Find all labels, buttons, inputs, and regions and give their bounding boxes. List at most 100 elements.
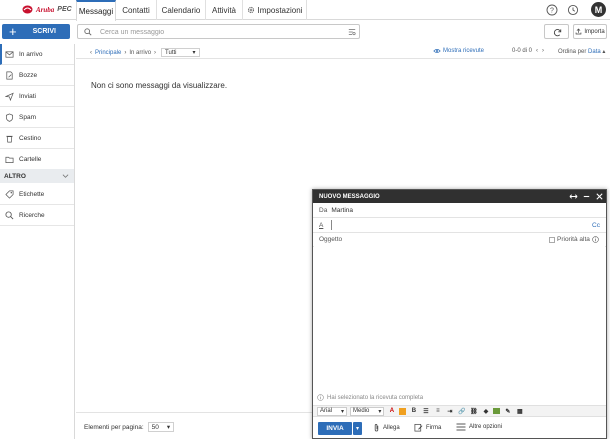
help-icon[interactable]: ? <box>546 4 558 16</box>
more-options-label: Altre opzioni <box>469 424 503 430</box>
sidebar-section-altro[interactable]: ALTRO <box>0 169 74 183</box>
advanced-search-icon[interactable] <box>348 28 356 36</box>
search-input[interactable] <box>100 27 340 37</box>
cc-link[interactable]: Cc <box>592 222 600 229</box>
avatar-initial: M <box>594 4 603 15</box>
show-receipts-toggle[interactable]: Mostra ricevute <box>433 48 484 54</box>
list-icon[interactable]: ☰ <box>421 407 430 415</box>
font-size-select[interactable]: Medio ▾ <box>350 406 385 416</box>
search-box[interactable] <box>77 24 360 39</box>
info-icon <box>317 394 324 401</box>
signature-button[interactable]: Firma <box>414 423 441 432</box>
sidebar-item-label: Ricerche <box>19 211 45 219</box>
to-row: A Cc <box>313 218 606 233</box>
sort-direction-icon[interactable]: ▴ <box>602 49 605 55</box>
tag-icon[interactable]: ◆ <box>481 407 490 415</box>
send-options-button[interactable]: ▾ <box>353 422 362 435</box>
chevron-down-icon: ▾ <box>355 426 359 432</box>
signature-label: Firma <box>426 424 442 431</box>
sort-control[interactable]: Ordina per Data ▴ <box>558 48 605 55</box>
close-icon[interactable] <box>595 192 604 201</box>
font-family-select[interactable]: Arial ▾ <box>317 406 348 416</box>
subject-label: Oggetto <box>319 236 343 243</box>
aruba-pec-logo[interactable]: Aruba PEC <box>22 5 72 14</box>
envelope-icon <box>5 50 14 58</box>
receipt-info-text: Hai selezionato la ricevuta completa <box>327 394 424 401</box>
minimize-icon[interactable] <box>582 192 591 201</box>
compose-title-bar[interactable]: NUOVO MESSAGGIO <box>313 190 606 203</box>
menu-icon <box>456 423 466 431</box>
text-color-icon[interactable]: A <box>387 407 396 415</box>
to-field[interactable] <box>331 220 586 230</box>
sidebar-item-label: Cestino <box>19 134 42 142</box>
align-icon[interactable]: ≡ <box>433 407 442 415</box>
edit-icon[interactable]: ✎ <box>503 407 512 415</box>
info-icon[interactable] <box>592 236 599 243</box>
paperclip-icon <box>374 424 379 432</box>
sidebar-item-ricerche[interactable]: Ricerche <box>0 205 74 226</box>
sidebar: In arrivo Bozze Inviati Spam Cestino Car… <box>0 44 75 439</box>
send-button[interactable]: INVIA <box>318 422 352 435</box>
import-button[interactable]: Importa <box>573 24 607 39</box>
receipt-info: Hai selezionato la ricevuta completa <box>317 394 423 401</box>
chevron-left-icon[interactable]: ‹ <box>90 50 92 56</box>
subject-field[interactable] <box>347 235 537 245</box>
prev-page-icon[interactable]: ‹ <box>536 48 538 54</box>
sidebar-item-spam[interactable]: Spam <box>0 107 74 128</box>
more-options-button[interactable]: Altre opzioni <box>456 423 502 431</box>
size-value: Medio <box>353 408 370 414</box>
refresh-button[interactable] <box>544 24 569 39</box>
font-value: Arial <box>320 408 333 414</box>
sidebar-item-cartelle[interactable]: Cartelle <box>0 149 74 170</box>
tab-impostazioni[interactable]: Impostazioni <box>243 0 307 20</box>
from-value[interactable]: Martina <box>331 207 353 214</box>
tab-calendario[interactable]: Calendario <box>157 0 206 20</box>
breadcrumb: ‹ Principale › In arrivo › Tutti ▾ <box>90 48 200 57</box>
sent-icon <box>5 92 14 101</box>
sort-value[interactable]: Data <box>588 49 601 55</box>
per-page-label: Elementi per pagina: <box>84 423 144 431</box>
expand-icon[interactable] <box>569 192 578 201</box>
upload-icon <box>576 28 582 35</box>
chevron-down-icon: ▾ <box>341 408 345 415</box>
tab-attivita[interactable]: Attività <box>206 0 243 20</box>
highlight-icon[interactable] <box>399 407 407 415</box>
sidebar-item-bozze[interactable]: Bozze <box>0 65 74 86</box>
tab-contatti[interactable]: Contatti <box>116 0 157 20</box>
chevron-down-icon: ▾ <box>166 424 171 431</box>
eye-icon <box>433 49 441 53</box>
plus-icon: + <box>9 24 17 39</box>
bold-icon[interactable]: B <box>409 407 418 415</box>
indent-icon[interactable]: ⇥ <box>445 407 454 415</box>
tab-label: Messaggi <box>78 7 114 16</box>
breadcrumb-root[interactable]: Principale <box>95 50 121 56</box>
per-page-control: Elementi per pagina: 50 ▾ <box>84 422 175 432</box>
tab-label: Contatti <box>122 5 150 15</box>
send-label: INVIA <box>326 425 344 432</box>
aruba-logo-icon <box>22 5 33 14</box>
tab-messaggi[interactable]: Messaggi <box>76 0 116 21</box>
search-icon <box>5 210 14 219</box>
priority-checkbox[interactable] <box>549 236 555 243</box>
sidebar-item-etichette[interactable]: Etichette <box>0 184 74 205</box>
compose-button[interactable]: + SCRIVI <box>2 24 70 39</box>
pager: 0-0 di 0 ‹ › <box>512 48 544 54</box>
from-row: Da Martina <box>313 204 606 218</box>
sidebar-item-label: Cartelle <box>19 155 42 163</box>
image-icon[interactable] <box>493 408 501 414</box>
sidebar-item-inviati[interactable]: Inviati <box>0 86 74 107</box>
attach-button[interactable]: Allega <box>373 423 400 432</box>
gear-icon <box>247 6 254 14</box>
empty-state-text: Non ci sono messaggi da visualizzare. <box>91 81 228 90</box>
sidebar-item-in-arrivo[interactable]: In arrivo <box>0 44 74 65</box>
avatar[interactable]: M <box>591 2 606 17</box>
next-page-icon[interactable]: › <box>542 48 544 54</box>
message-body[interactable] <box>314 246 605 380</box>
history-icon[interactable] <box>567 4 579 16</box>
filter-select[interactable]: Tutti ▾ <box>161 48 200 57</box>
unlink-icon[interactable]: ⛓ <box>469 407 478 415</box>
sidebar-item-cestino[interactable]: Cestino <box>0 128 74 149</box>
table-icon[interactable]: ▦ <box>515 407 524 415</box>
link-icon[interactable]: 🔗 <box>457 407 466 415</box>
per-page-select[interactable]: 50 ▾ <box>147 422 175 432</box>
